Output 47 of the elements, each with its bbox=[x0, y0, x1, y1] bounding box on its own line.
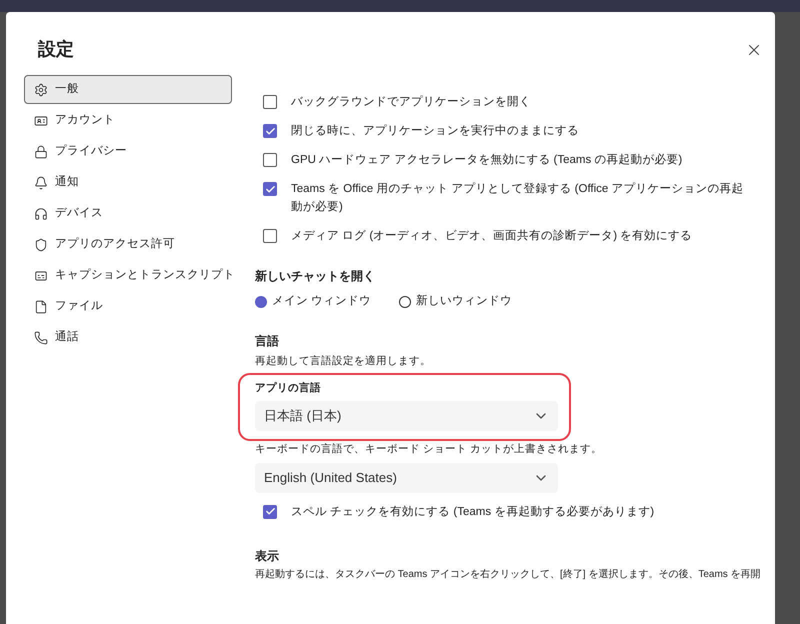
radio-button[interactable] bbox=[399, 296, 412, 308]
section-heading: 新しいチャットを開く bbox=[255, 268, 376, 285]
checkbox[interactable] bbox=[263, 229, 277, 243]
file-icon bbox=[34, 300, 48, 314]
check-icon bbox=[264, 184, 276, 194]
option-label: 閉じる時に、アプリケーションを実行中のままにする bbox=[291, 123, 579, 139]
keyboard-language-dropdown[interactable]: English (United States) bbox=[255, 462, 558, 492]
option-label: バックグラウンドでアプリケーションを開く bbox=[291, 94, 531, 110]
sidebar-item[interactable]: プライバシー bbox=[24, 137, 232, 166]
shield-icon bbox=[34, 238, 48, 252]
option-label: メディア ログ (オーディオ、ビデオ、画面共有の診断データ) を有効にする bbox=[291, 228, 692, 244]
language-dropdown[interactable]: 日本語 (日本) bbox=[255, 400, 558, 431]
lock-icon bbox=[34, 144, 48, 158]
radio-label: 新しいウィンドウ bbox=[416, 293, 512, 309]
section-heading: 言語 bbox=[255, 333, 280, 350]
sidebar-item[interactable]: アカウント bbox=[24, 106, 232, 135]
check-icon bbox=[264, 506, 276, 517]
option-label: スペル チェックを有効にする (Teams を再起動する必要があります) bbox=[291, 504, 654, 520]
sidebar-item[interactable]: デバイス bbox=[24, 199, 232, 228]
field-label: アプリの言語 bbox=[255, 381, 322, 396]
checkbox[interactable] bbox=[263, 124, 277, 138]
sidebar-item[interactable]: 一般 bbox=[24, 75, 232, 104]
section-heading: 表示 bbox=[255, 548, 280, 564]
bell-icon bbox=[34, 176, 48, 190]
checkbox[interactable] bbox=[263, 504, 277, 518]
sidebar-item[interactable]: 通話 bbox=[24, 323, 232, 352]
checkbox[interactable] bbox=[263, 153, 277, 167]
section-description: 再起動するには、タスクバーの Teams アイコンを右クリックして、[終了] を選択します。その後、Teams を再開 bbox=[255, 568, 762, 582]
checkbox[interactable] bbox=[263, 182, 277, 196]
radio-label: メイン ウィンドウ bbox=[272, 294, 372, 309]
id-card-icon bbox=[34, 114, 48, 128]
checkbox[interactable] bbox=[263, 95, 277, 109]
sidebar-item[interactable]: ファイル bbox=[24, 292, 232, 321]
headset-icon bbox=[34, 206, 48, 220]
dialog-title: 設定 bbox=[38, 38, 74, 61]
option-label: Teams を Office 用のチャット アプリとして登録する (Office アプリケーションの再起動が必要) bbox=[291, 181, 745, 215]
sidebar-item[interactable]: 通知 bbox=[24, 168, 232, 197]
radio-button[interactable] bbox=[255, 296, 267, 308]
gear-icon bbox=[34, 82, 48, 96]
sidebar-item[interactable]: キャプションとトランスクリプト bbox=[24, 261, 232, 290]
section-subtitle: 再起動して言語設定を適用します。 bbox=[255, 354, 432, 370]
option-label: GPU ハードウェア アクセラレータを無効にする (Teams の再起動が必要) bbox=[291, 152, 682, 168]
phone-icon bbox=[34, 330, 48, 344]
check-icon bbox=[264, 126, 276, 136]
sidebar-item[interactable]: アプリのアクセス許可 bbox=[24, 230, 232, 259]
field-hint: キーボードの言語で、キーボード ショート カットが上書きされます。 bbox=[255, 442, 603, 457]
captions-icon bbox=[34, 268, 48, 282]
